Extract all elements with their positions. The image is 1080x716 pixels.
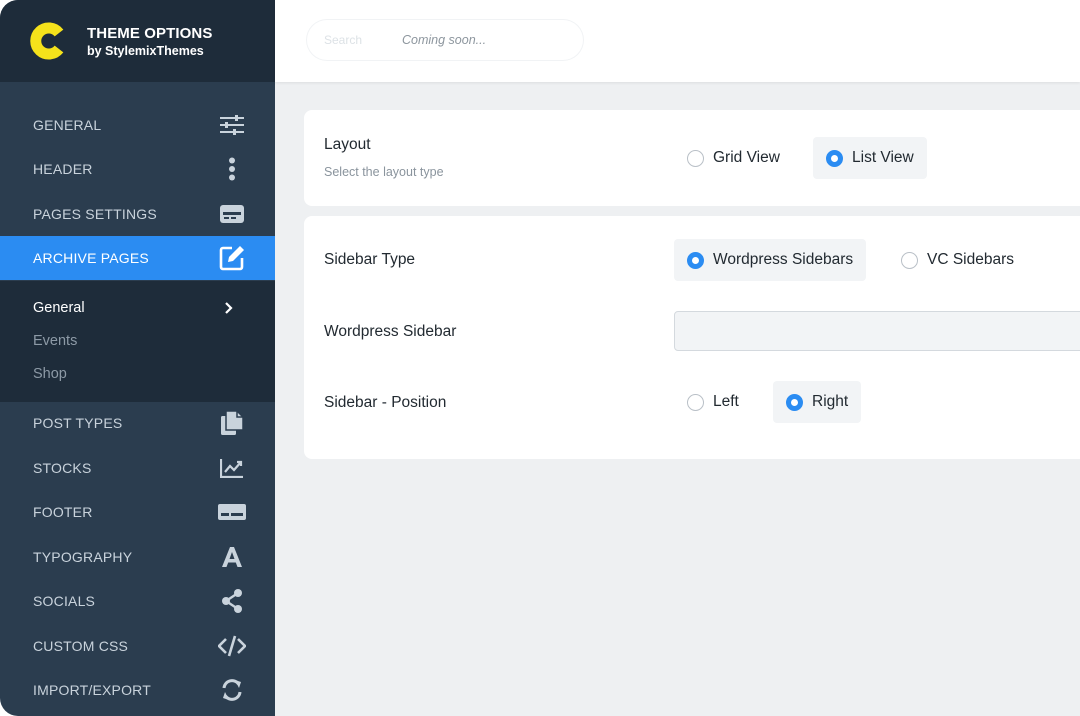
edit-icon (218, 244, 246, 272)
radio-selected-icon (687, 251, 704, 269)
nav-item-label: SOCIALS (33, 593, 96, 609)
wordpress-sidebars-radio[interactable]: Wordpress Sidebars (674, 239, 867, 281)
vertical-dots-icon (218, 155, 246, 183)
layout-hint: Select the layout type (324, 165, 444, 179)
files-icon (218, 409, 246, 437)
layout-settings-card: Layout Select the layout type Grid View … (304, 110, 1080, 206)
nav-item-post-types[interactable]: POST TYPES (0, 401, 275, 445)
brand-header: THEME OPTIONS by StylemixThemes (0, 0, 275, 82)
radio-selected-icon (826, 149, 843, 167)
code-icon (218, 632, 246, 660)
nav-item-socials[interactable]: SOCIALS (0, 579, 275, 623)
nav-item-label: CUSTOM CSS (33, 638, 129, 654)
radio-label: Right (812, 393, 849, 410)
search-input[interactable]: Search Coming soon... (307, 20, 583, 60)
nav-item-label: POST TYPES (33, 415, 123, 431)
radio-unselected-icon (687, 149, 704, 167)
nav-item-label: FOOTER (33, 504, 93, 520)
position-right-radio[interactable]: Right (773, 381, 862, 423)
sidebar: THEME OPTIONS by StylemixThemes GENERAL … (0, 0, 275, 716)
refresh-icon (218, 676, 246, 704)
nav-item-label: STOCKS (33, 460, 92, 476)
subnav-item-shop[interactable]: Shop (33, 366, 67, 382)
brand-title: THEME OPTIONS (87, 24, 213, 42)
sidebar-settings-card: Sidebar Type Wordpress Sidebars VC Sideb… (304, 216, 1080, 459)
nav-item-footer[interactable]: FOOTER (0, 490, 275, 534)
radio-label: VC Sidebars (927, 251, 1015, 268)
share-icon (218, 587, 246, 615)
app-window: THEME OPTIONS by StylemixThemes GENERAL … (0, 0, 1080, 716)
nav-item-pages-settings[interactable]: PAGES SETTINGS (0, 192, 275, 236)
wordpress-sidebar-label: Wordpress Sidebar (324, 323, 457, 340)
top-bar: Search Coming soon... (275, 0, 1080, 82)
nav-item-label: ARCHIVE PAGES (33, 250, 149, 266)
brand-subtitle: by StylemixThemes (87, 43, 204, 58)
chevron-right-icon (225, 302, 233, 314)
search-placeholder: Search (324, 33, 363, 47)
nav-item-label: TYPOGRAPHY (33, 549, 133, 565)
card-icon (218, 200, 246, 228)
nav-item-stocks[interactable]: STOCKS (0, 446, 275, 490)
nav-item-import-export[interactable]: IMPORT/EXPORT (0, 668, 275, 712)
radio-label: List View (852, 149, 914, 166)
footer-icon (218, 498, 246, 526)
subnav-item-general[interactable]: General (33, 300, 85, 316)
wordpress-sidebar-select[interactable] (674, 311, 1080, 351)
nav-item-archive-pages[interactable]: ARCHIVE PAGES (0, 236, 275, 280)
nav-item-label: GENERAL (33, 117, 102, 133)
sliders-icon (218, 111, 246, 139)
nav-item-custom-css[interactable]: CUSTOM CSS (0, 624, 275, 668)
radio-unselected-icon (901, 251, 918, 269)
grid-view-radio[interactable]: Grid View (674, 137, 793, 179)
subnav-item-events[interactable]: Events (33, 333, 77, 349)
radio-label: Left (713, 393, 739, 410)
radio-unselected-icon (687, 393, 704, 411)
radio-label: Wordpress Sidebars (713, 251, 854, 268)
layout-label: Layout (324, 136, 371, 153)
radio-selected-icon (786, 393, 803, 411)
nav-item-typography[interactable]: TYPOGRAPHY (0, 535, 275, 579)
nav-item-label: HEADER (33, 161, 93, 177)
letter-a-icon (218, 543, 246, 571)
sidebar-position-label: Sidebar - Position (324, 394, 447, 411)
nav-item-general[interactable]: GENERAL (0, 103, 275, 147)
position-left-radio[interactable]: Left (674, 381, 752, 423)
chart-icon (218, 454, 246, 482)
nav-item-label: PAGES SETTINGS (33, 206, 157, 222)
sidebar-type-label: Sidebar Type (324, 251, 416, 268)
search-status: Coming soon... (402, 33, 487, 47)
nav-item-label: IMPORT/EXPORT (33, 682, 151, 698)
logo-icon (30, 22, 64, 60)
nav-item-header[interactable]: HEADER (0, 147, 275, 191)
list-view-radio[interactable]: List View (813, 137, 927, 179)
radio-label: Grid View (713, 149, 780, 166)
vc-sidebars-radio[interactable]: VC Sidebars (888, 239, 1027, 281)
